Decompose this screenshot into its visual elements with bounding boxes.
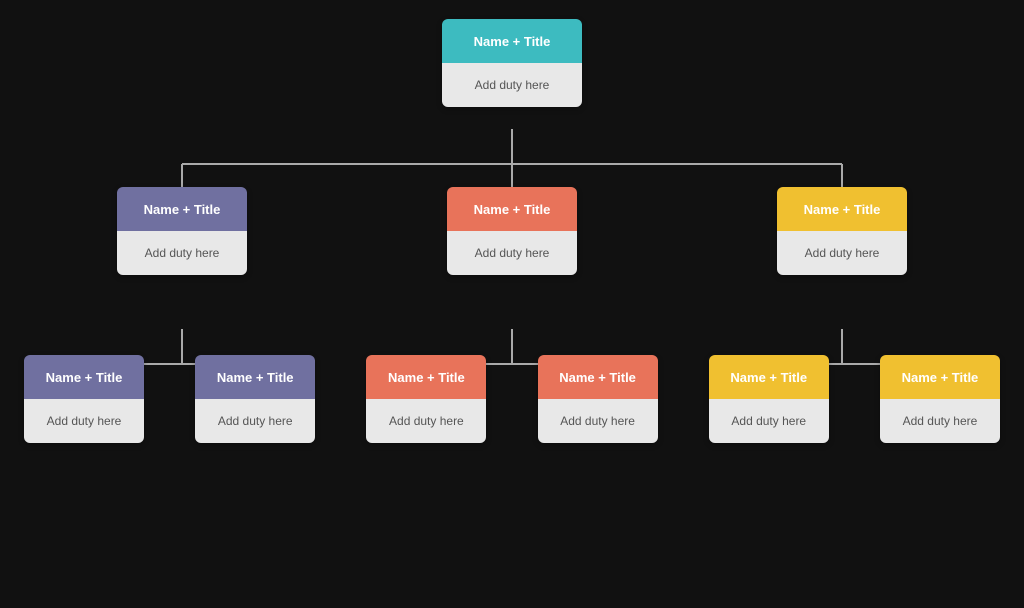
- level3-node-1-duty: Add duty here: [218, 414, 293, 428]
- level2-node-0-name: Name + Title: [144, 202, 221, 217]
- level-1-row: Name + Title Add duty here: [12, 19, 1012, 107]
- root-node-duty: Add duty here: [475, 78, 550, 92]
- level2-node-0[interactable]: Name + Title Add duty here: [117, 187, 247, 275]
- root-node-name: Name + Title: [474, 34, 551, 49]
- level2-node-1-header: Name + Title: [447, 187, 577, 231]
- level3-node-0-body: Add duty here: [24, 399, 144, 443]
- level3-node-0-header: Name + Title: [24, 355, 144, 399]
- level2-node-1-name: Name + Title: [474, 202, 551, 217]
- level2-node-1-body: Add duty here: [447, 231, 577, 275]
- level3-node-0-duty: Add duty here: [47, 414, 122, 428]
- level3-node-2[interactable]: Name + Title Add duty here: [366, 355, 486, 443]
- root-node[interactable]: Name + Title Add duty here: [442, 19, 582, 107]
- level3-node-1-body: Add duty here: [195, 399, 315, 443]
- root-node-body: Add duty here: [442, 63, 582, 107]
- level3-node-5-duty: Add duty here: [903, 414, 978, 428]
- level2-node-2-duty: Add duty here: [805, 246, 880, 260]
- level2-node-0-body: Add duty here: [117, 231, 247, 275]
- level2-node-1[interactable]: Name + Title Add duty here: [447, 187, 577, 275]
- level3-node-4-body: Add duty here: [709, 399, 829, 443]
- level2-node-2-body: Add duty here: [777, 231, 907, 275]
- level3-node-2-name: Name + Title: [388, 370, 465, 385]
- level3-node-0-name: Name + Title: [46, 370, 123, 385]
- level3-node-3[interactable]: Name + Title Add duty here: [538, 355, 658, 443]
- level3-node-1[interactable]: Name + Title Add duty here: [195, 355, 315, 443]
- level3-node-4[interactable]: Name + Title Add duty here: [709, 355, 829, 443]
- level3-node-4-name: Name + Title: [730, 370, 807, 385]
- level2-node-1-duty: Add duty here: [475, 246, 550, 260]
- level3-node-2-body: Add duty here: [366, 399, 486, 443]
- level-3-row: Name + Title Add duty here Name + Title …: [12, 355, 1012, 443]
- root-node-header: Name + Title: [442, 19, 582, 63]
- level3-node-4-duty: Add duty here: [731, 414, 806, 428]
- level2-node-2-name: Name + Title: [804, 202, 881, 217]
- level3-node-2-duty: Add duty here: [389, 414, 464, 428]
- level2-node-0-header: Name + Title: [117, 187, 247, 231]
- level2-node-2[interactable]: Name + Title Add duty here: [777, 187, 907, 275]
- level3-node-5-body: Add duty here: [880, 399, 1000, 443]
- level3-node-5-header: Name + Title: [880, 355, 1000, 399]
- level3-node-3-body: Add duty here: [538, 399, 658, 443]
- level3-node-0[interactable]: Name + Title Add duty here: [24, 355, 144, 443]
- level3-node-3-name: Name + Title: [559, 370, 636, 385]
- level-2-row: Name + Title Add duty here Name + Title …: [12, 187, 1012, 275]
- level2-node-0-duty: Add duty here: [145, 246, 220, 260]
- level3-node-4-header: Name + Title: [709, 355, 829, 399]
- level3-node-1-name: Name + Title: [217, 370, 294, 385]
- level3-node-3-duty: Add duty here: [560, 414, 635, 428]
- level3-node-1-header: Name + Title: [195, 355, 315, 399]
- level3-node-5-name: Name + Title: [902, 370, 979, 385]
- level2-node-2-header: Name + Title: [777, 187, 907, 231]
- level3-node-2-header: Name + Title: [366, 355, 486, 399]
- org-chart: Name + Title Add duty here Name + Title …: [12, 9, 1012, 599]
- level3-node-3-header: Name + Title: [538, 355, 658, 399]
- level3-node-5[interactable]: Name + Title Add duty here: [880, 355, 1000, 443]
